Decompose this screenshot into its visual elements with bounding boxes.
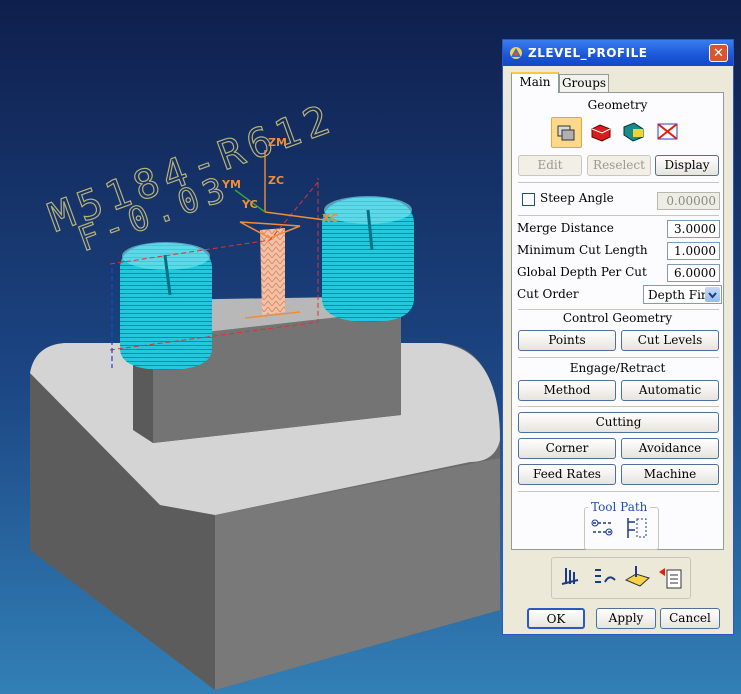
part-geometry-button[interactable] [551, 117, 582, 148]
dialog-title: ZLEVEL_PROFILE [528, 46, 648, 60]
merge-distance-label: Merge Distance [517, 221, 614, 235]
replay-button[interactable] [623, 514, 651, 542]
minimum-cut-length-input[interactable]: 1.0000 [667, 242, 720, 260]
dialog-titlebar[interactable]: ZLEVEL_PROFILE ✕ [503, 40, 733, 66]
machine-button[interactable]: Machine [621, 464, 719, 485]
geometry-section-title: Geometry [587, 98, 648, 112]
engage-retract-section-title: Engage/Retract [569, 361, 666, 375]
close-icon: ✕ [713, 46, 724, 61]
steep-angle-checkbox[interactable] [522, 193, 535, 206]
display-button[interactable]: Display [655, 155, 719, 176]
replay-icon [627, 518, 647, 538]
separator [518, 182, 719, 183]
check-geometry-button[interactable] [586, 117, 617, 148]
steep-angle-label: Steep Angle [540, 191, 614, 205]
separator [518, 309, 719, 310]
verify-button[interactable] [622, 562, 653, 593]
minimum-cut-length-label: Minimum Cut Length [517, 243, 648, 257]
points-button[interactable]: Points [518, 330, 616, 351]
separator [518, 406, 719, 407]
cut-order-label: Cut Order [517, 287, 579, 301]
method-ops-button[interactable] [589, 562, 620, 593]
list-output-button[interactable] [655, 562, 686, 593]
chevron-down-icon [705, 287, 720, 302]
corner-button[interactable]: Corner [518, 438, 616, 459]
tab-main[interactable]: Main [511, 72, 559, 93]
cut-area-icon [623, 122, 644, 142]
axis-zc-label: ZC [268, 174, 284, 187]
cancel-button[interactable]: Cancel [660, 608, 720, 629]
verify-icon [624, 566, 650, 587]
generate-button[interactable] [589, 514, 617, 542]
operation-tools-bar [551, 557, 691, 599]
trim-boundary-icon [657, 123, 678, 140]
generate-icon [591, 519, 613, 536]
method-ops-icon [595, 569, 616, 583]
cutting-button[interactable]: Cutting [518, 412, 719, 433]
list-output-icon [659, 568, 682, 589]
tool-button[interactable] [556, 562, 587, 593]
feed-rates-button[interactable]: Feed Rates [518, 464, 616, 485]
global-depth-per-cut-label: Global Depth Per Cut [517, 265, 647, 279]
edit-button[interactable]: Edit [518, 155, 582, 176]
axis-xc-label: XC [322, 212, 338, 225]
nx-app-icon [510, 47, 522, 59]
axis-ym-label: YM [221, 178, 241, 191]
axis-zm-label: ZM [268, 136, 287, 149]
main-tab-panel: Geometry Edit Reselect Display Steep Ang… [511, 92, 724, 550]
method-button[interactable]: Method [518, 380, 616, 401]
reselect-button[interactable]: Reselect [587, 155, 651, 176]
tool-icon [561, 568, 579, 585]
tab-groups[interactable]: Groups [559, 74, 609, 92]
cut-levels-button[interactable]: Cut Levels [621, 330, 719, 351]
trim-boundary-button[interactable] [653, 117, 684, 148]
close-button[interactable]: ✕ [709, 44, 728, 62]
apply-button[interactable]: Apply [596, 608, 656, 629]
cut-area-button[interactable] [619, 117, 650, 148]
part-geometry-icon [557, 125, 575, 141]
axis-yc-label: YC [241, 198, 258, 211]
avoidance-button[interactable]: Avoidance [621, 438, 719, 459]
steep-angle-input[interactable]: 0.00000 [657, 192, 720, 210]
cut-order-select[interactable]: Depth First [643, 285, 722, 304]
separator [518, 215, 719, 216]
ok-button[interactable]: OK [527, 608, 585, 629]
zlevel-profile-dialog: ZLEVEL_PROFILE ✕ Main Groups Geometry Ed… [502, 39, 734, 635]
toolpath-left [120, 242, 212, 370]
tool-path-section-title: Tool Path [588, 500, 651, 514]
global-depth-per-cut-input[interactable]: 6.0000 [667, 264, 720, 282]
automatic-button[interactable]: Automatic [621, 380, 719, 401]
check-geometry-icon [591, 124, 611, 142]
separator [518, 357, 719, 358]
merge-distance-input[interactable]: 3.0000 [667, 220, 720, 238]
separator [518, 491, 719, 492]
control-geometry-section-title: Control Geometry [562, 311, 673, 325]
